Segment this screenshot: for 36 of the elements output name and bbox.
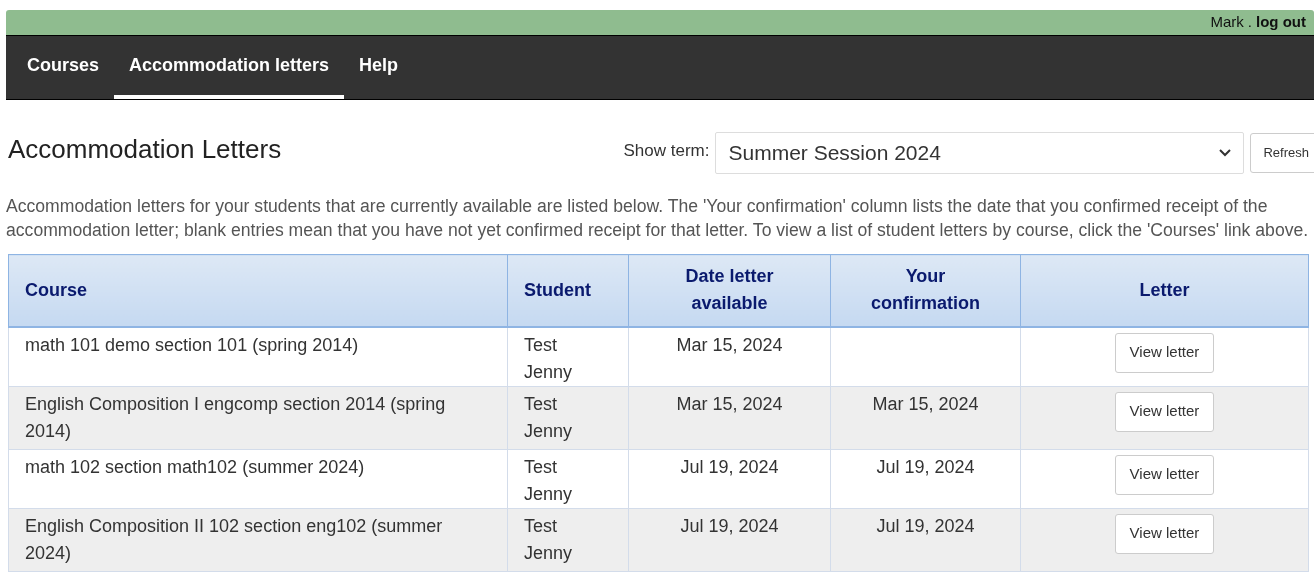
view-letter-button[interactable]: View letter (1114, 454, 1215, 495)
nav-tab[interactable]: Help (344, 36, 414, 99)
page-title: Accommodation Letters (8, 133, 282, 166)
view-letter-button[interactable]: View letter (1114, 391, 1215, 432)
intro-paragraph: Accommodation letters for your students that are currently available are listed below. The 'Your confirmation' column lists the date that you confirmed receipt of the accommodation letter; blank entries mean that you have not yet confirmed receipt for that letter. To view a list of student letters by course, click the 'Courses' link above. (6, 195, 1310, 242)
refresh-button[interactable]: Refresh (1250, 133, 1314, 173)
column-header: Date letter available (628, 254, 831, 327)
date-cell: Mar 15, 2024 (628, 326, 831, 386)
student-cell: Test Jenny (507, 508, 629, 571)
column-header: Course (8, 254, 508, 327)
confirmation-cell: Jul 19, 2024 (830, 508, 1021, 571)
column-header: Student (507, 254, 629, 327)
nav-tab[interactable]: Courses (12, 36, 115, 99)
date-cell: Mar 15, 2024 (628, 386, 831, 449)
confirmation-cell: Jul 19, 2024 (830, 449, 1021, 508)
user-name: Mark (1210, 12, 1244, 33)
student-cell: Test Jenny (507, 326, 629, 386)
course-cell: math 101 demo section 101 (spring 2014) (8, 326, 508, 386)
confirmation-cell: Mar 15, 2024 (830, 386, 1021, 449)
view-letter-button[interactable]: View letter (1114, 332, 1215, 373)
course-cell: English Composition I engcomp section 2014 (spring 2014) (8, 386, 508, 449)
column-header: Letter (1020, 254, 1309, 327)
term-label: Show term: (623, 140, 710, 163)
logout-link[interactable]: log out (1256, 11, 1306, 34)
nav-tab[interactable]: Accommodation letters (114, 36, 345, 99)
chevron-down-icon (1219, 149, 1232, 157)
course-cell: math 102 section math102 (summer 2024) (8, 449, 508, 508)
course-cell: English Composition II 102 section eng102 (summer 2024) (8, 508, 508, 571)
term-select[interactable]: Summer Session 2024 (715, 132, 1245, 174)
view-letter-button[interactable]: View letter (1114, 513, 1215, 554)
date-cell: Jul 19, 2024 (628, 508, 831, 571)
date-cell: Jul 19, 2024 (628, 449, 831, 508)
student-cell: Test Jenny (507, 449, 629, 508)
student-cell: Test Jenny (507, 386, 629, 449)
separator-text: . (1247, 12, 1252, 33)
column-header: Your confirmation (830, 254, 1021, 327)
